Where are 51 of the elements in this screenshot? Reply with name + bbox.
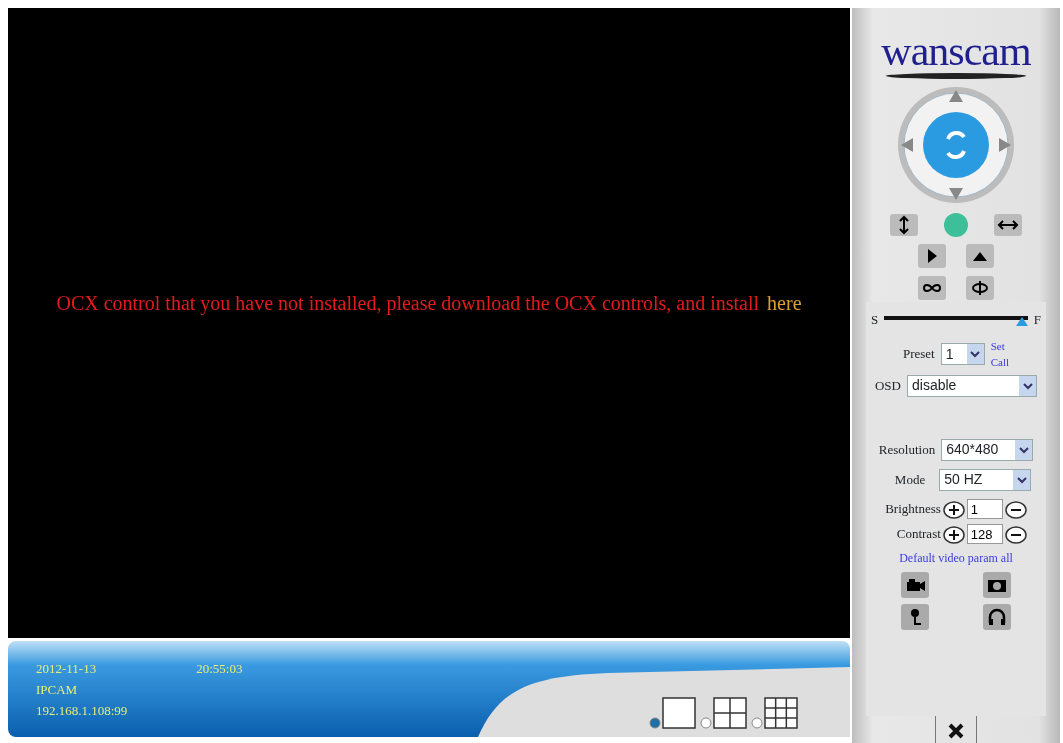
snapshot-button[interactable] xyxy=(982,570,1012,599)
resolution-select[interactable]: 640*480 xyxy=(941,438,1034,461)
loop-button[interactable] xyxy=(917,274,947,302)
minus-button[interactable] xyxy=(1004,523,1027,545)
date-text: 2012-11-13 xyxy=(36,660,97,678)
record-button[interactable] xyxy=(900,570,930,599)
time-text: 20:55:03 xyxy=(196,660,243,678)
osd-label: OSD xyxy=(875,376,901,395)
contrast-field[interactable]: 128 xyxy=(966,524,1003,544)
brightness-label: Brightness xyxy=(885,500,941,519)
contrast-label: Contrast xyxy=(896,525,941,544)
caret-icon xyxy=(1016,475,1027,484)
grid-icon xyxy=(764,697,798,729)
mode-select[interactable]: 50 HZ xyxy=(939,468,1032,491)
headphones-button[interactable] xyxy=(982,602,1012,631)
slow-label: S xyxy=(871,311,879,329)
address-text: 192.168.1.108:99 xyxy=(36,703,128,718)
grid-icon xyxy=(713,697,747,729)
preset-select[interactable]: 1 xyxy=(940,343,985,365)
microphone-button[interactable] xyxy=(900,602,930,631)
default-params-link[interactable]: Default video param all xyxy=(899,548,1013,567)
flip-vertical-button[interactable] xyxy=(965,242,995,270)
caret-icon xyxy=(1018,445,1029,454)
rotate-button[interactable] xyxy=(965,274,995,302)
here-link[interactable]: here xyxy=(767,292,802,314)
brightness-field[interactable]: 1 xyxy=(966,499,1003,519)
caret-icon xyxy=(970,350,981,358)
layout-button[interactable] xyxy=(647,697,698,729)
minus-button[interactable] xyxy=(1004,498,1027,520)
plus-button[interactable] xyxy=(942,523,965,545)
resolution-label: Resolution xyxy=(878,440,936,459)
vertical-arrows-button[interactable] xyxy=(889,212,919,238)
speed-slider[interactable] xyxy=(884,313,1028,326)
direction-pad[interactable] xyxy=(896,84,1016,206)
grid-icon xyxy=(662,697,696,729)
layout-button[interactable] xyxy=(749,697,800,729)
plus-button[interactable] xyxy=(942,498,965,520)
preset-label: Preset xyxy=(902,345,935,364)
logo: wanscam xyxy=(881,30,1031,72)
fast-label: F xyxy=(1033,311,1041,329)
status-light-icon xyxy=(943,212,969,238)
call-link[interactable]: Call xyxy=(990,354,1010,371)
mode-label: Mode xyxy=(894,470,926,489)
flip-horizontal-button[interactable] xyxy=(917,242,947,270)
caret-icon xyxy=(1022,381,1033,390)
layout-button[interactable] xyxy=(698,697,749,729)
osd-select[interactable]: disable xyxy=(907,374,1037,397)
horizontal-arrows-button[interactable] xyxy=(993,212,1023,238)
set-link[interactable]: Set xyxy=(990,337,1010,354)
ocx-message: OCX control that you have not installed, please download the OCX controls, and install here xyxy=(56,291,802,315)
camera-name: IPCAM xyxy=(36,682,78,697)
